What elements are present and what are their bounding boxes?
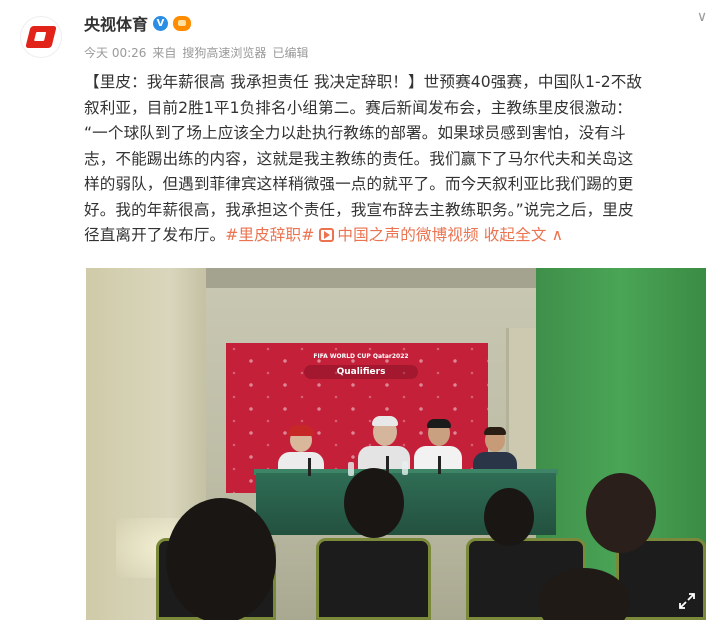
audience-head <box>484 488 534 546</box>
fullscreen-icon[interactable] <box>678 592 696 610</box>
source-prefix: 来自 <box>152 46 177 60</box>
post-text: 【里皮：我年薪很高 我承担责任 我决定辞职！】世预赛40强赛，中国队1-2不敌 … <box>84 70 714 249</box>
audience-head <box>586 473 656 553</box>
post-text-line: 【里皮：我年薪很高 我承担责任 我决定辞职！】世预赛40强赛，中国队1-2不敌 <box>84 73 643 91</box>
hashtag-link[interactable]: #里皮辞职# <box>225 226 314 244</box>
cctv-sports-logo-icon <box>25 26 57 48</box>
post-text-line: 样的弱队，但遇到菲律宾这样稍微强一点的就平了。而今天叙利亚比我们踢的更 <box>84 175 634 193</box>
video-link-label: 中国之声的微博视频 <box>337 226 479 244</box>
author-name[interactable]: 央视体育 <box>84 11 148 35</box>
microphone <box>438 456 441 474</box>
collapse-arrow-icon: ∧ <box>551 226 564 244</box>
post-text-line: 叙利亚，目前2胜1平1负排名小组第二。赛后新闻发布会，主教练里皮很激动： <box>84 98 632 117</box>
video-link-icon <box>319 228 335 242</box>
collapse-link[interactable]: 收起全文 ∧ <box>484 226 563 244</box>
edited-label: 已编辑 <box>272 46 309 60</box>
post-text-tail: 径直离开了发布厅。 <box>84 226 226 244</box>
post-source[interactable]: 搜狗高速浏览器 <box>182 44 266 61</box>
audience-chair <box>316 538 431 620</box>
post-text-line: 志，不能踢出练的内容，这就是我主教练的责任。我们赢下了马尔代夫和关岛这 <box>84 149 634 168</box>
audience-head <box>344 468 404 538</box>
weibo-post-card: 央视体育 V ∨ 今天 00:26 来自 搜狗高速浏览器 已编辑 【里皮：我年薪… <box>0 0 728 629</box>
video-ceiling <box>206 268 536 288</box>
collapse-label: 收起全文 <box>483 226 547 244</box>
verified-icon: V <box>153 15 169 31</box>
avatar[interactable] <box>20 16 62 58</box>
video-link[interactable]: 中国之声的微博视频 <box>319 226 479 244</box>
post-text-last-line: 径直离开了发布厅。#里皮辞职# 中国之声的微博视频 收起全文 ∧ <box>84 223 714 249</box>
video-player[interactable]: FIFA WORLD CUP Qatar2022 Qualifiers <box>86 268 706 620</box>
chevron-down-icon[interactable]: ∨ <box>694 9 710 25</box>
microphone <box>308 458 311 476</box>
backdrop-title: FIFA WORLD CUP Qatar2022 <box>313 353 409 360</box>
post-time[interactable]: 今天 00:26 <box>84 44 146 61</box>
water-bottle <box>348 462 354 476</box>
user-row: 央视体育 V <box>84 11 192 35</box>
post-meta: 今天 00:26 来自 搜狗高速浏览器 已编辑 <box>84 44 308 61</box>
post-text-line: 好。我的年薪很高，我承担这个责任，我宣布辞去主教练职务。”说完之后，里皮 <box>84 200 634 219</box>
post-text-line: “一个球队到了场上应该全力以赴执行教练的部署。如果球员感到害怕，没有斗 <box>84 124 626 142</box>
audience-head <box>166 498 276 620</box>
backdrop-subtitle: Qualifiers <box>304 365 418 379</box>
water-bottle <box>402 461 408 475</box>
vip-badge-icon <box>173 15 192 31</box>
